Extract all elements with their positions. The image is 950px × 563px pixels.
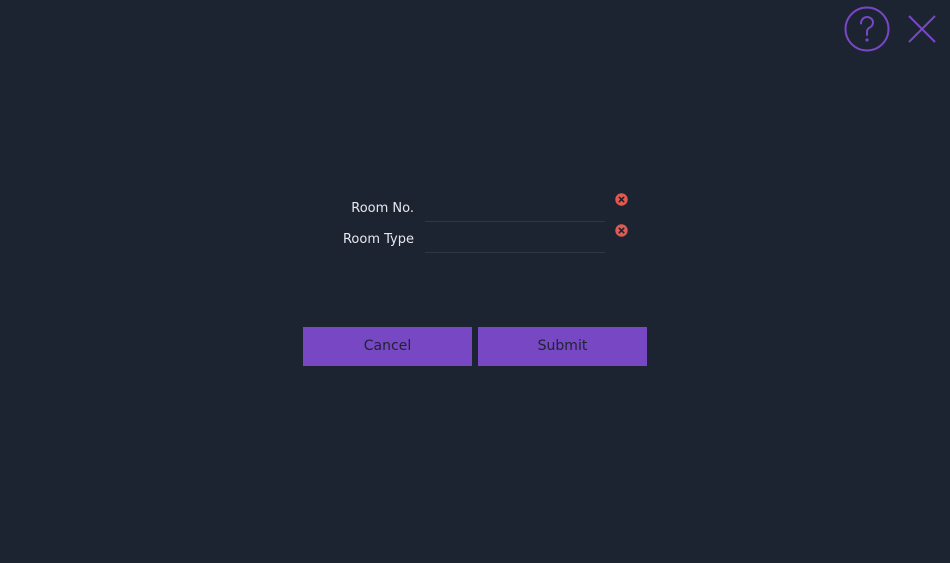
question-circle-icon — [844, 6, 890, 52]
cancel-button[interactable]: Cancel — [303, 327, 472, 366]
room-no-label: Room No. — [351, 201, 414, 216]
room-no-input[interactable] — [425, 194, 605, 222]
room-type-row: Room Type — [0, 224, 950, 262]
error-icon — [615, 224, 628, 237]
error-icon — [615, 193, 628, 206]
submit-button[interactable]: Submit — [478, 327, 647, 366]
help-button[interactable] — [844, 6, 890, 52]
room-type-label: Room Type — [342, 232, 414, 247]
close-button[interactable] — [906, 13, 938, 45]
room-type-input[interactable] — [425, 225, 605, 253]
close-icon — [908, 15, 936, 43]
